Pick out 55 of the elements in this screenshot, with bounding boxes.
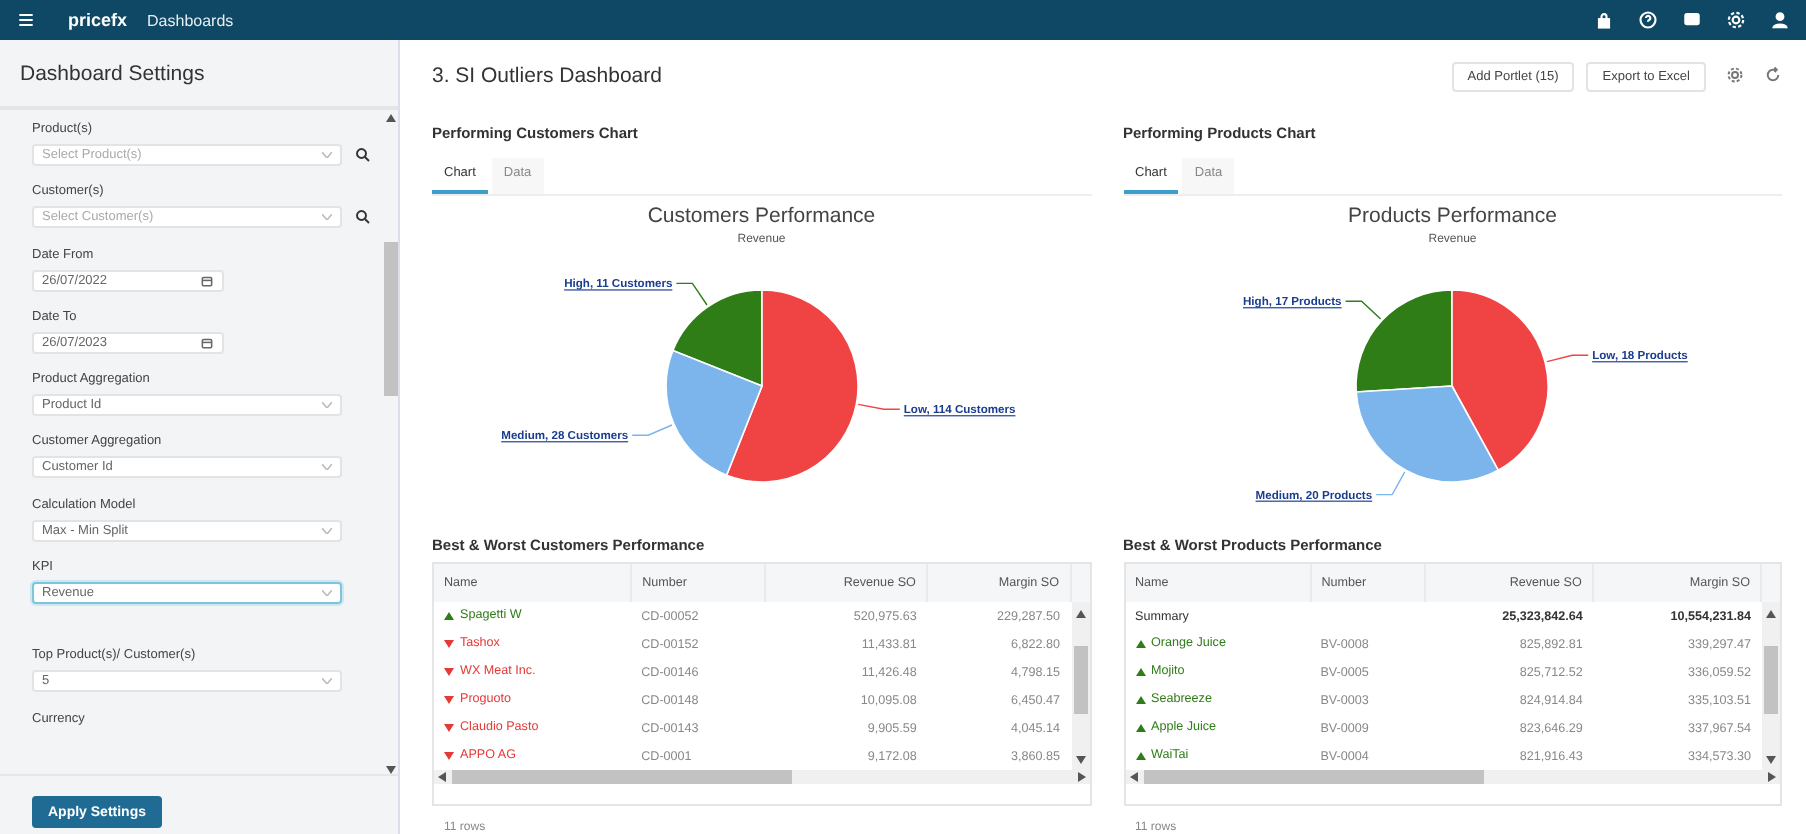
- scroll-right-icon[interactable]: [1768, 772, 1776, 782]
- scroll-down-icon[interactable]: [1766, 756, 1776, 764]
- scroll-left-icon[interactable]: [438, 772, 446, 782]
- trend-up-icon: [1135, 723, 1145, 732]
- scroll-up-icon[interactable]: [1766, 610, 1776, 618]
- scrollbar-thumb[interactable]: [1764, 646, 1778, 714]
- scroll-left-icon[interactable]: [1129, 772, 1137, 782]
- leader-line: [1376, 471, 1406, 496]
- trend-up-icon: [1135, 695, 1145, 704]
- pie-slice[interactable]: [1355, 289, 1454, 393]
- leader-line: [631, 424, 673, 436]
- help-icon[interactable]: [1638, 10, 1658, 30]
- chat-icon[interactable]: [1682, 10, 1702, 30]
- menu-icon[interactable]: [16, 10, 36, 30]
- nav-item[interactable]: Dashboards: [147, 11, 234, 29]
- trend-down-icon: [444, 695, 454, 704]
- trend-down-icon: [444, 639, 454, 648]
- pie-slice[interactable]: [725, 289, 859, 483]
- chart-title: Customers Performance: [647, 204, 876, 228]
- leader-line: [675, 282, 708, 306]
- search-icon[interactable]: [354, 146, 372, 164]
- logo[interactable]: pricefx: [68, 10, 128, 30]
- scroll-up-icon[interactable]: [386, 114, 396, 122]
- chart-title: Products Performance: [1348, 204, 1557, 228]
- pie-slice[interactable]: [664, 349, 763, 476]
- trend-up-icon: [1135, 751, 1145, 760]
- scroll-up-icon[interactable]: [1075, 610, 1085, 618]
- scrollbar-thumb[interactable]: [1143, 770, 1483, 784]
- leader-line: [1345, 300, 1382, 320]
- leader-line: [1546, 354, 1590, 363]
- scrollbar-thumb[interactable]: [1073, 646, 1087, 714]
- search-icon[interactable]: [354, 208, 372, 227]
- trend-up-icon: [444, 611, 454, 620]
- scroll-down-icon[interactable]: [386, 766, 396, 774]
- scrollbar-thumb[interactable]: [384, 242, 398, 396]
- trend-up-icon: [1135, 667, 1145, 676]
- pie-slice[interactable]: [1451, 289, 1550, 471]
- pie-slice[interactable]: [1355, 385, 1500, 483]
- user-icon[interactable]: [1770, 10, 1790, 30]
- trend-down-icon: [444, 667, 454, 676]
- calendar-icon[interactable]: [200, 335, 214, 350]
- scroll-down-icon[interactable]: [1075, 756, 1085, 764]
- scrollbar-thumb[interactable]: [452, 770, 792, 784]
- dashboard-title: 3. SI Outliers Dashboard: [432, 64, 664, 88]
- refresh-icon[interactable]: [1764, 66, 1782, 84]
- trend-down-icon: [444, 723, 454, 732]
- trend-down-icon: [444, 751, 454, 760]
- settings-icon[interactable]: [1726, 66, 1744, 84]
- panel-title: Dashboard Settings: [0, 40, 398, 110]
- trend-up-icon: [1135, 639, 1145, 648]
- lock-icon[interactable]: [1594, 10, 1614, 30]
- calendar-icon[interactable]: [200, 273, 214, 288]
- leader-line: [857, 403, 900, 410]
- scroll-right-icon[interactable]: [1077, 772, 1085, 782]
- pie-slice[interactable]: [671, 289, 763, 387]
